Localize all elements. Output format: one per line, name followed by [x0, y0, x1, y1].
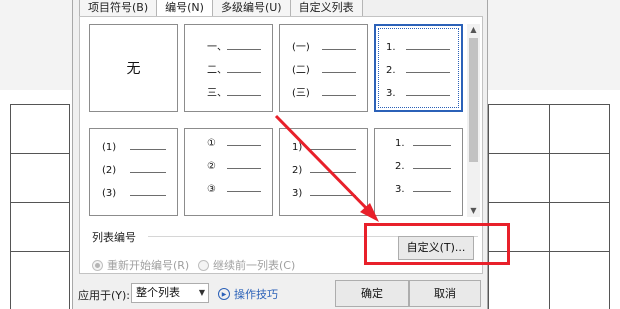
- numbering-option-paren-chinese[interactable]: (一) (二) (三): [279, 24, 368, 112]
- ok-button[interactable]: 确定: [335, 280, 409, 307]
- numbering-option-paren-decimal[interactable]: (1) (2) (3): [89, 128, 178, 216]
- tab-multilevel[interactable]: 多级编号(U): [211, 0, 291, 17]
- tab-bullets[interactable]: 项目符号(B): [79, 0, 158, 17]
- tab-numbering[interactable]: 编号(N): [156, 0, 213, 17]
- apply-to-label: 应用于(Y):: [78, 289, 131, 302]
- numbering-option-decimal-paren[interactable]: 1) 2) 3): [279, 128, 368, 216]
- numbering-option-chinese[interactable]: 一、 二、 三、: [184, 24, 273, 112]
- marker: 三、: [207, 88, 227, 99]
- marker: (2): [102, 165, 117, 176]
- marker: 二、: [207, 65, 227, 76]
- apply-to-value: 整个列表: [136, 286, 180, 299]
- marker: 1): [292, 142, 303, 153]
- marker: (三): [292, 88, 310, 99]
- tab-bar: 项目符号(B) 编号(N) 多级编号(U) 自定义列表: [79, 0, 363, 17]
- chevron-down-icon: ▼: [198, 288, 205, 297]
- marker: 2.: [386, 65, 396, 76]
- gallery-scrollbar[interactable]: ▲ ▼: [467, 24, 480, 217]
- continue-list-radio[interactable]: 继续前一列表(C): [198, 257, 295, 273]
- marker: 一、: [207, 42, 227, 53]
- marker: (1): [102, 142, 117, 153]
- document-table-right: [488, 104, 610, 309]
- marker: (二): [292, 65, 310, 76]
- radio-dot: [92, 259, 103, 271]
- play-icon: ▶: [218, 288, 230, 300]
- apply-to-select[interactable]: 整个列表 ▼: [131, 283, 209, 303]
- scroll-thumb[interactable]: [469, 38, 478, 162]
- numbering-gallery: 无 一、 二、 三、 (一) (二) (三) 1. 2. 3. (1) (2): [89, 24, 467, 217]
- marker: 3.: [395, 184, 405, 195]
- numbering-option-decimal-selected[interactable]: 1. 2. 3.: [374, 24, 463, 112]
- cancel-button[interactable]: 取消: [409, 280, 481, 307]
- continue-list-label: 继续前一列表(C): [213, 259, 296, 272]
- marker: 2.: [395, 161, 405, 172]
- numbering-option-decimal-alt[interactable]: 1. 2. 3.: [374, 128, 463, 216]
- tab-custom-list[interactable]: 自定义列表: [289, 0, 363, 17]
- marker: 2): [292, 165, 303, 176]
- marker: (3): [102, 188, 117, 199]
- tips-link[interactable]: ▶ 操作技巧: [218, 286, 278, 302]
- numbering-option-circled[interactable]: ① ② ③: [184, 128, 273, 216]
- scroll-up-icon[interactable]: ▲: [467, 24, 480, 36]
- none-label: 无: [126, 61, 141, 77]
- marker: ③: [207, 184, 216, 195]
- radio-dot: [198, 259, 209, 271]
- marker: (一): [292, 42, 310, 53]
- marker: 1.: [386, 42, 396, 53]
- restart-numbering-label: 重新开始编号(R): [107, 259, 190, 272]
- annotation-highlight-box: [364, 223, 510, 265]
- restart-numbering-radio[interactable]: 重新开始编号(R): [92, 257, 189, 273]
- list-numbering-title: 列表编号: [92, 231, 136, 244]
- numbering-option-none[interactable]: 无: [89, 24, 178, 112]
- marker: ①: [207, 138, 216, 149]
- marker: ②: [207, 161, 216, 172]
- tips-label: 操作技巧: [234, 288, 278, 301]
- marker: 3.: [386, 88, 396, 99]
- scroll-down-icon[interactable]: ▼: [467, 205, 480, 217]
- marker: 3): [292, 188, 303, 199]
- document-table-left: [10, 104, 70, 309]
- marker: 1.: [395, 138, 405, 149]
